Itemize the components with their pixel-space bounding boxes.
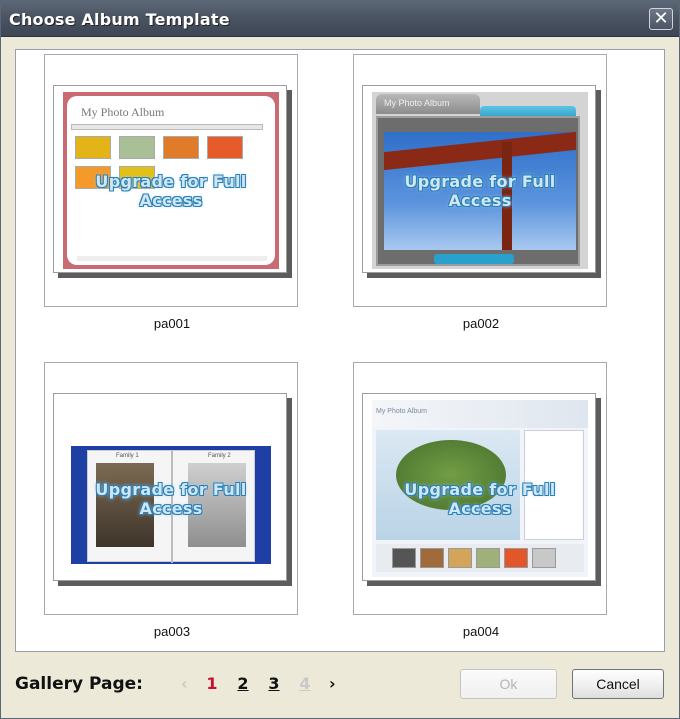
template-preview-pa004: My Photo Album Upgrade for Full Access xyxy=(372,400,588,577)
preview-photo xyxy=(207,136,243,159)
watermark-text: Upgrade for Full Access xyxy=(95,172,247,210)
template-preview-pa002: My Photo Album Upgrade for Full Access xyxy=(372,92,588,269)
template-label: pa001 xyxy=(153,316,191,331)
template-card-pa001[interactable]: My Photo Album Upgrade for Full Access p… xyxy=(44,54,298,331)
ok-button-label: Ok xyxy=(499,676,518,692)
cancel-button-label: Cancel xyxy=(596,676,640,692)
dialog-title: Choose Album Template xyxy=(9,10,230,29)
preview-photo xyxy=(163,136,199,159)
preview-photo xyxy=(75,136,111,159)
preview-caption: Family 1 xyxy=(116,453,139,459)
preview-thumb xyxy=(504,548,528,568)
preview-thumb xyxy=(448,548,472,568)
template-preview-frame: My Photo Album Upgrade for Full Access xyxy=(53,85,287,273)
close-button[interactable]: ✕ xyxy=(649,8,673,30)
watermark-text: Upgrade for Full Access xyxy=(404,172,556,210)
preview-thumb xyxy=(420,548,444,568)
template-preview-pa003: Family 1 Family 2 Upgrade for Full Acces… xyxy=(63,400,279,577)
cancel-button[interactable]: Cancel xyxy=(572,669,664,699)
template-card-pa002[interactable]: My Photo Album Upgrade for Full Access p… xyxy=(353,54,607,331)
template-preview-frame: Family 1 Family 2 Upgrade for Full Acces… xyxy=(53,393,287,581)
close-icon: ✕ xyxy=(653,8,669,29)
preview-filmstrip xyxy=(376,544,584,572)
page-link-3[interactable]: 3 xyxy=(266,674,282,693)
ok-button: Ok xyxy=(460,669,557,699)
template-preview-frame: My Photo Album Upgrade for Full Access xyxy=(362,85,596,273)
watermark-text: Upgrade for Full Access xyxy=(404,480,556,518)
template-preview-pa001: My Photo Album Upgrade for Full Access xyxy=(63,92,279,269)
page-link-4: 4 xyxy=(299,674,311,693)
gallery-page-label: Gallery Page: xyxy=(15,674,143,694)
preview-photo xyxy=(119,136,155,159)
preview-caption: Family 2 xyxy=(208,453,231,459)
preview-title: My Photo Album xyxy=(376,408,427,415)
preview-bridge xyxy=(384,131,576,171)
page-link-1[interactable]: 1 xyxy=(204,674,220,693)
preview-thumb xyxy=(392,548,416,568)
preview-toolbar xyxy=(71,124,263,130)
page-link-2[interactable]: 2 xyxy=(235,674,251,693)
watermark-text: Upgrade for Full Access xyxy=(95,480,247,518)
preview-thumb xyxy=(532,548,556,568)
template-label: pa003 xyxy=(153,624,191,639)
preview-nav xyxy=(434,254,514,264)
preview-footer xyxy=(77,256,267,261)
template-label: pa002 xyxy=(462,316,500,331)
preview-header: My Photo Album xyxy=(372,400,588,428)
title-bar[interactable]: Choose Album Template ✕ xyxy=(1,1,679,37)
choose-album-template-dialog: Choose Album Template ✕ My Photo Album U… xyxy=(0,0,680,719)
preview-title: My Photo Album xyxy=(81,105,165,119)
preview-thumb xyxy=(476,548,500,568)
template-card-pa003[interactable]: Family 1 Family 2 Upgrade for Full Acces… xyxy=(44,362,298,639)
template-card-pa004[interactable]: My Photo Album Upgrade for Full Access p… xyxy=(353,362,607,639)
chevron-left-icon: ‹ xyxy=(181,674,188,693)
template-label: pa004 xyxy=(462,624,500,639)
preview-title: My Photo Album xyxy=(376,94,480,114)
chevron-right-icon[interactable]: › xyxy=(329,674,336,693)
template-gallery: My Photo Album Upgrade for Full Access p… xyxy=(15,49,665,652)
template-preview-frame: My Photo Album Upgrade for Full Access xyxy=(362,393,596,581)
